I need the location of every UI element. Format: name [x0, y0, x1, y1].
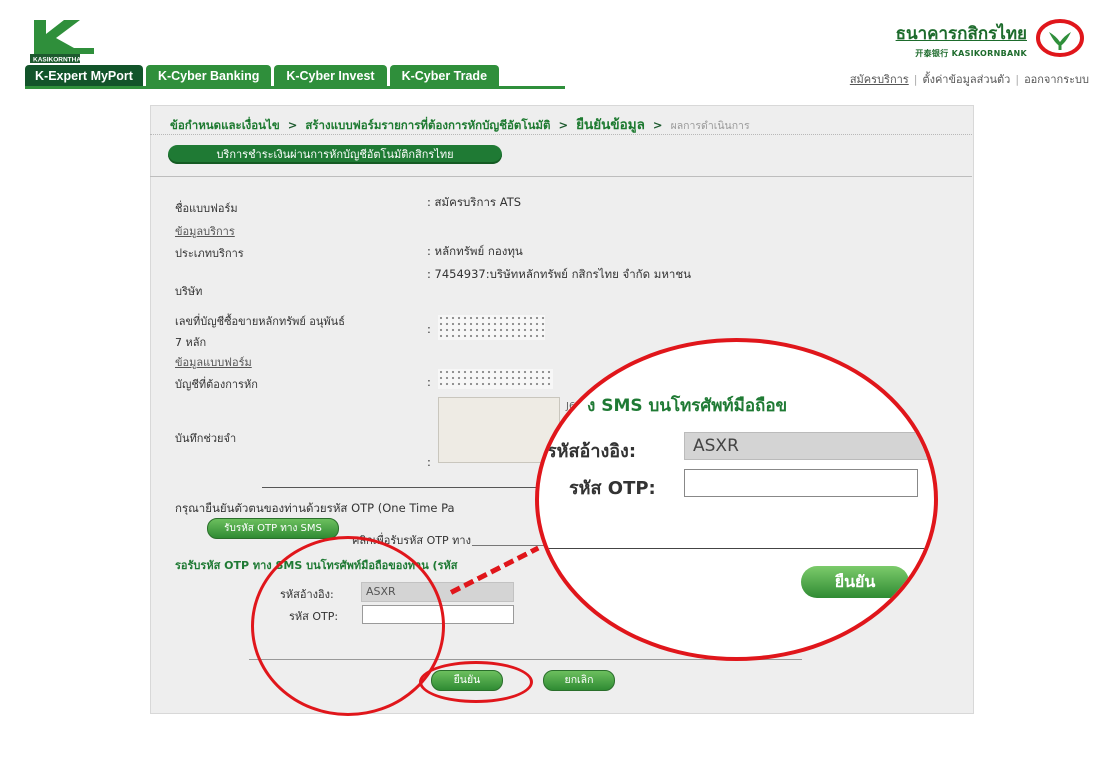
service-type-label: ประเภทบริการ — [175, 247, 244, 260]
service-type-value: : หลักทรัพย์ กองทุน — [427, 244, 523, 258]
bank-name: ธนาคารกสิกรไทย 开泰银行 KASIKORNBANK — [896, 20, 1027, 59]
nav-underline — [25, 86, 565, 89]
zoom-otp-label: รหัส OTP: — [569, 478, 656, 499]
annotation-circle-otp — [251, 536, 445, 716]
zoom-confirm-button: ยืนยัน — [801, 566, 909, 598]
debit-account-label: บัญชีที่ต้องการหัก — [175, 378, 258, 391]
zoom-reference-field: ASXR — [684, 432, 934, 460]
breadcrumb-confirm: ยืนยันข้อมูล — [576, 117, 645, 133]
tab-k-cyber-trade[interactable]: K-Cyber Trade — [389, 65, 500, 87]
bank-name-english: 开泰银行 KASIKORNBANK — [915, 49, 1027, 58]
cancel-button[interactable]: ยกเลิก — [543, 670, 615, 691]
section-title: บริการชำระเงินผ่านการหักบัญชีอัตโนมัติกส… — [168, 145, 502, 164]
bank-name-thai: ธนาคารกสิกรไทย — [895, 24, 1027, 44]
memo-colon: : — [427, 455, 431, 469]
personal-settings-link[interactable]: ตั้งค่าข้อมูลส่วนตัว — [922, 73, 1010, 86]
form-name-value: : สมัครบริการ ATS — [427, 195, 522, 209]
form-name-label: ชื่อแบบฟอร์ม — [175, 202, 238, 215]
trading-account-colon: : — [427, 322, 431, 336]
breadcrumb-create-form: สร้างแบบฟอร์มรายการที่ต้องการหักบัญชีอัต… — [305, 118, 551, 132]
debit-account-masked — [438, 369, 553, 389]
tab-k-cyber-banking[interactable]: K-Cyber Banking — [145, 65, 272, 87]
trading-account-label-2: 7 หลัก — [175, 336, 207, 349]
zoom-sms-title: ง SMS บนโทรศัพท์มือถือข — [587, 396, 788, 416]
main-nav-tabs: K-Expert MyPort K-Cyber Banking K-Cyber … — [25, 65, 500, 87]
breadcrumb-terms: ข้อกำหนดและเงื่อนไข — [170, 118, 280, 132]
tab-k-expert-myport[interactable]: K-Expert MyPort — [25, 65, 143, 87]
trading-account-masked — [438, 315, 545, 340]
kasikorn-logo[interactable]: KASIKORNTHAI — [30, 18, 105, 64]
breadcrumb-divider — [150, 134, 972, 135]
memo-textarea[interactable] — [438, 397, 560, 463]
top-links: สมัครบริการ | ตั้งค่าข้อมูลส่วนตัว | ออกจากร… — [849, 73, 1089, 86]
company-value: : 7454937:บริษัทหลักทรัพย์ กสิกรไทย จำกั… — [427, 267, 692, 281]
service-info-heading: ข้อมูลบริการ — [175, 225, 235, 238]
zoom-divider — [539, 548, 934, 549]
register-link[interactable]: สมัครบริการ — [850, 73, 909, 86]
bank-emblem-icon — [1036, 19, 1084, 57]
breadcrumb: ข้อกำหนดและเงื่อนไข > สร้างแบบฟอร์มรายการท… — [170, 117, 750, 133]
debit-account-colon: : — [427, 375, 431, 389]
section-divider — [150, 176, 972, 177]
tab-k-cyber-invest[interactable]: K-Cyber Invest — [274, 65, 387, 87]
company-label: บริษัท — [175, 285, 203, 298]
logo-text: KASIKORNTHAI — [33, 57, 83, 64]
logout-link[interactable]: ออกจากระบบ — [1024, 73, 1089, 86]
zoom-reference-label: รหัสอ้างอิง: — [547, 441, 637, 462]
trading-account-label: เลขที่บัญชีซื้อขายหลักทรัพย์ อนุพันธ์ — [175, 315, 345, 328]
otp-instruction: กรุณายืนยันตัวตนของท่านด้วยรหัส OTP (One… — [175, 501, 455, 515]
form-info-heading: ข้อมูลแบบฟอร์ม — [175, 356, 252, 369]
annotation-circle-confirm — [419, 661, 533, 703]
zoom-callout: ง SMS บนโทรศัพท์มือถือข รหัสอ้างอิง: ASX… — [535, 338, 938, 661]
otp-divider-top — [262, 487, 540, 488]
memo-label: บันทึกช่วยจำ — [175, 432, 237, 445]
get-otp-sms-button[interactable]: รับรหัส OTP ทาง SMS — [207, 518, 339, 539]
zoom-otp-input — [684, 469, 918, 497]
breadcrumb-result: ผลการดำเนินการ — [670, 120, 750, 132]
